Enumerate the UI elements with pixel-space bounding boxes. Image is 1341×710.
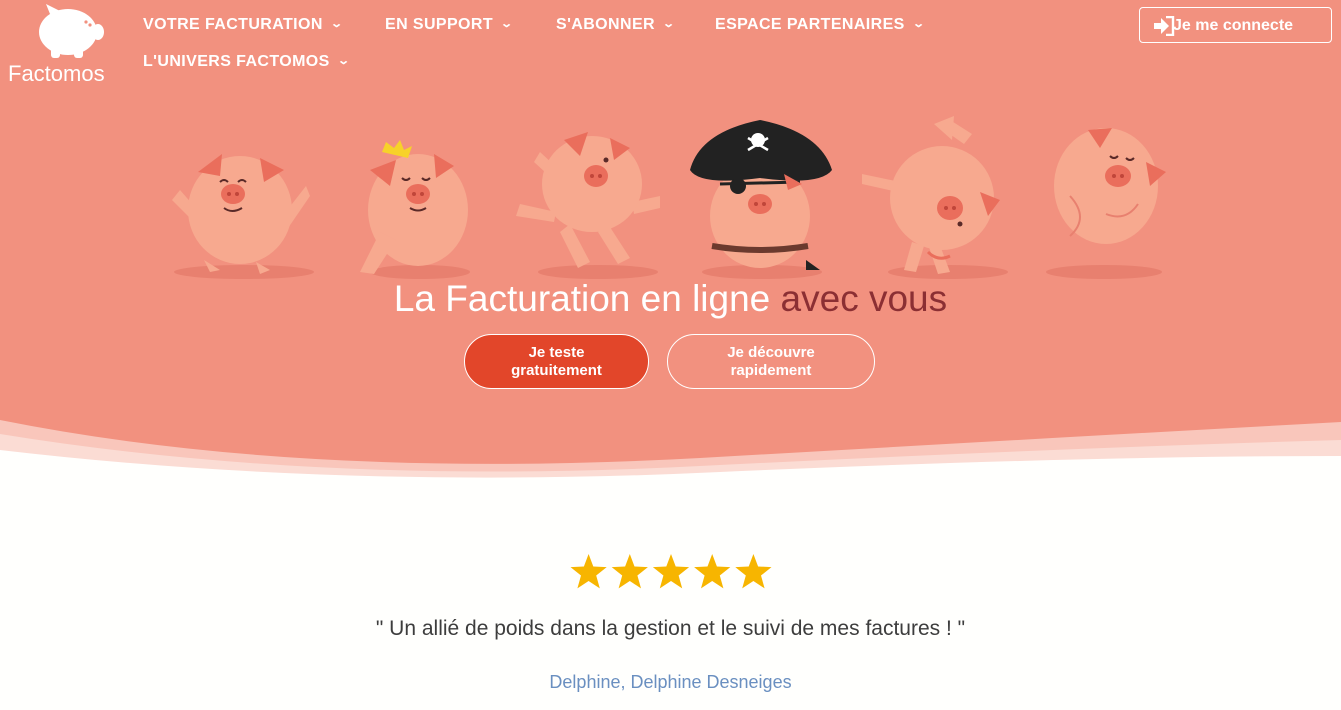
star-icon (652, 554, 690, 589)
dancing-pigs-illustration (172, 116, 1166, 279)
star-icon (694, 554, 731, 589)
hero-wave-divider (0, 420, 1341, 480)
nav-s-abonner[interactable]: S'ABONNER ⌄ (556, 16, 676, 34)
chevron-down-icon: ⌄ (336, 55, 351, 67)
login-label: Je me connecte (1173, 17, 1294, 34)
login-button[interactable]: Je me connecte (1139, 7, 1332, 43)
headline-text: La Facturation en ligne (393, 278, 771, 319)
pig-illustration (862, 116, 1008, 279)
pig-illustration (1046, 128, 1166, 279)
sign-in-icon (1154, 16, 1175, 36)
hero-headline: La Facturation en ligne avec vous (0, 278, 1341, 320)
star-icon (735, 554, 772, 589)
nav-label: EN SUPPORT (385, 16, 494, 33)
hero-banner: Factomos VOTRE FACTURATION ⌄ EN SUPPORT ⌄ … (0, 0, 1341, 480)
brand-logo[interactable]: Factomos (6, 2, 118, 86)
nav-en-support[interactable]: EN SUPPORT ⌄ (385, 16, 514, 34)
headline-accent: avec vous (780, 278, 948, 319)
nav-label: L'UNIVERS FACTOMOS (143, 53, 330, 70)
piggy-bank-logo-icon (39, 4, 104, 58)
pig-illustration (690, 120, 832, 279)
chevron-down-icon: ⌄ (911, 18, 926, 30)
star-icon (570, 554, 607, 589)
testimonial-quote: " Un allié de poids dans la gestion et l… (375, 617, 966, 640)
testimonial-author[interactable]: Delphine, Delphine Desneiges (0, 672, 1341, 693)
nav-votre-facturation[interactable]: VOTRE FACTURATION ⌄ (143, 16, 344, 34)
pig-illustration (172, 154, 314, 279)
pig-illustration (516, 132, 660, 279)
chevron-down-icon: ⌄ (500, 18, 514, 30)
brand-name: Factomos (8, 61, 105, 86)
chevron-down-icon: ⌄ (329, 18, 344, 30)
pig-illustration (360, 140, 470, 279)
star-icon (611, 554, 648, 589)
free-trial-button[interactable]: Je teste gratuitement (464, 334, 649, 389)
nav-univers-factomos[interactable]: L'UNIVERS FACTOMOS ⌄ (143, 53, 351, 71)
nav-label: S'ABONNER (556, 16, 655, 33)
discover-button[interactable]: Je découvre rapidement (667, 334, 875, 389)
nav-label: VOTRE FACTURATION (143, 16, 323, 33)
chevron-down-icon: ⌄ (662, 18, 676, 30)
rating-stars (570, 554, 772, 589)
nav-espace-partenaires[interactable]: ESPACE PARTENAIRES ⌄ (715, 16, 926, 34)
nav-label: ESPACE PARTENAIRES (715, 16, 905, 33)
